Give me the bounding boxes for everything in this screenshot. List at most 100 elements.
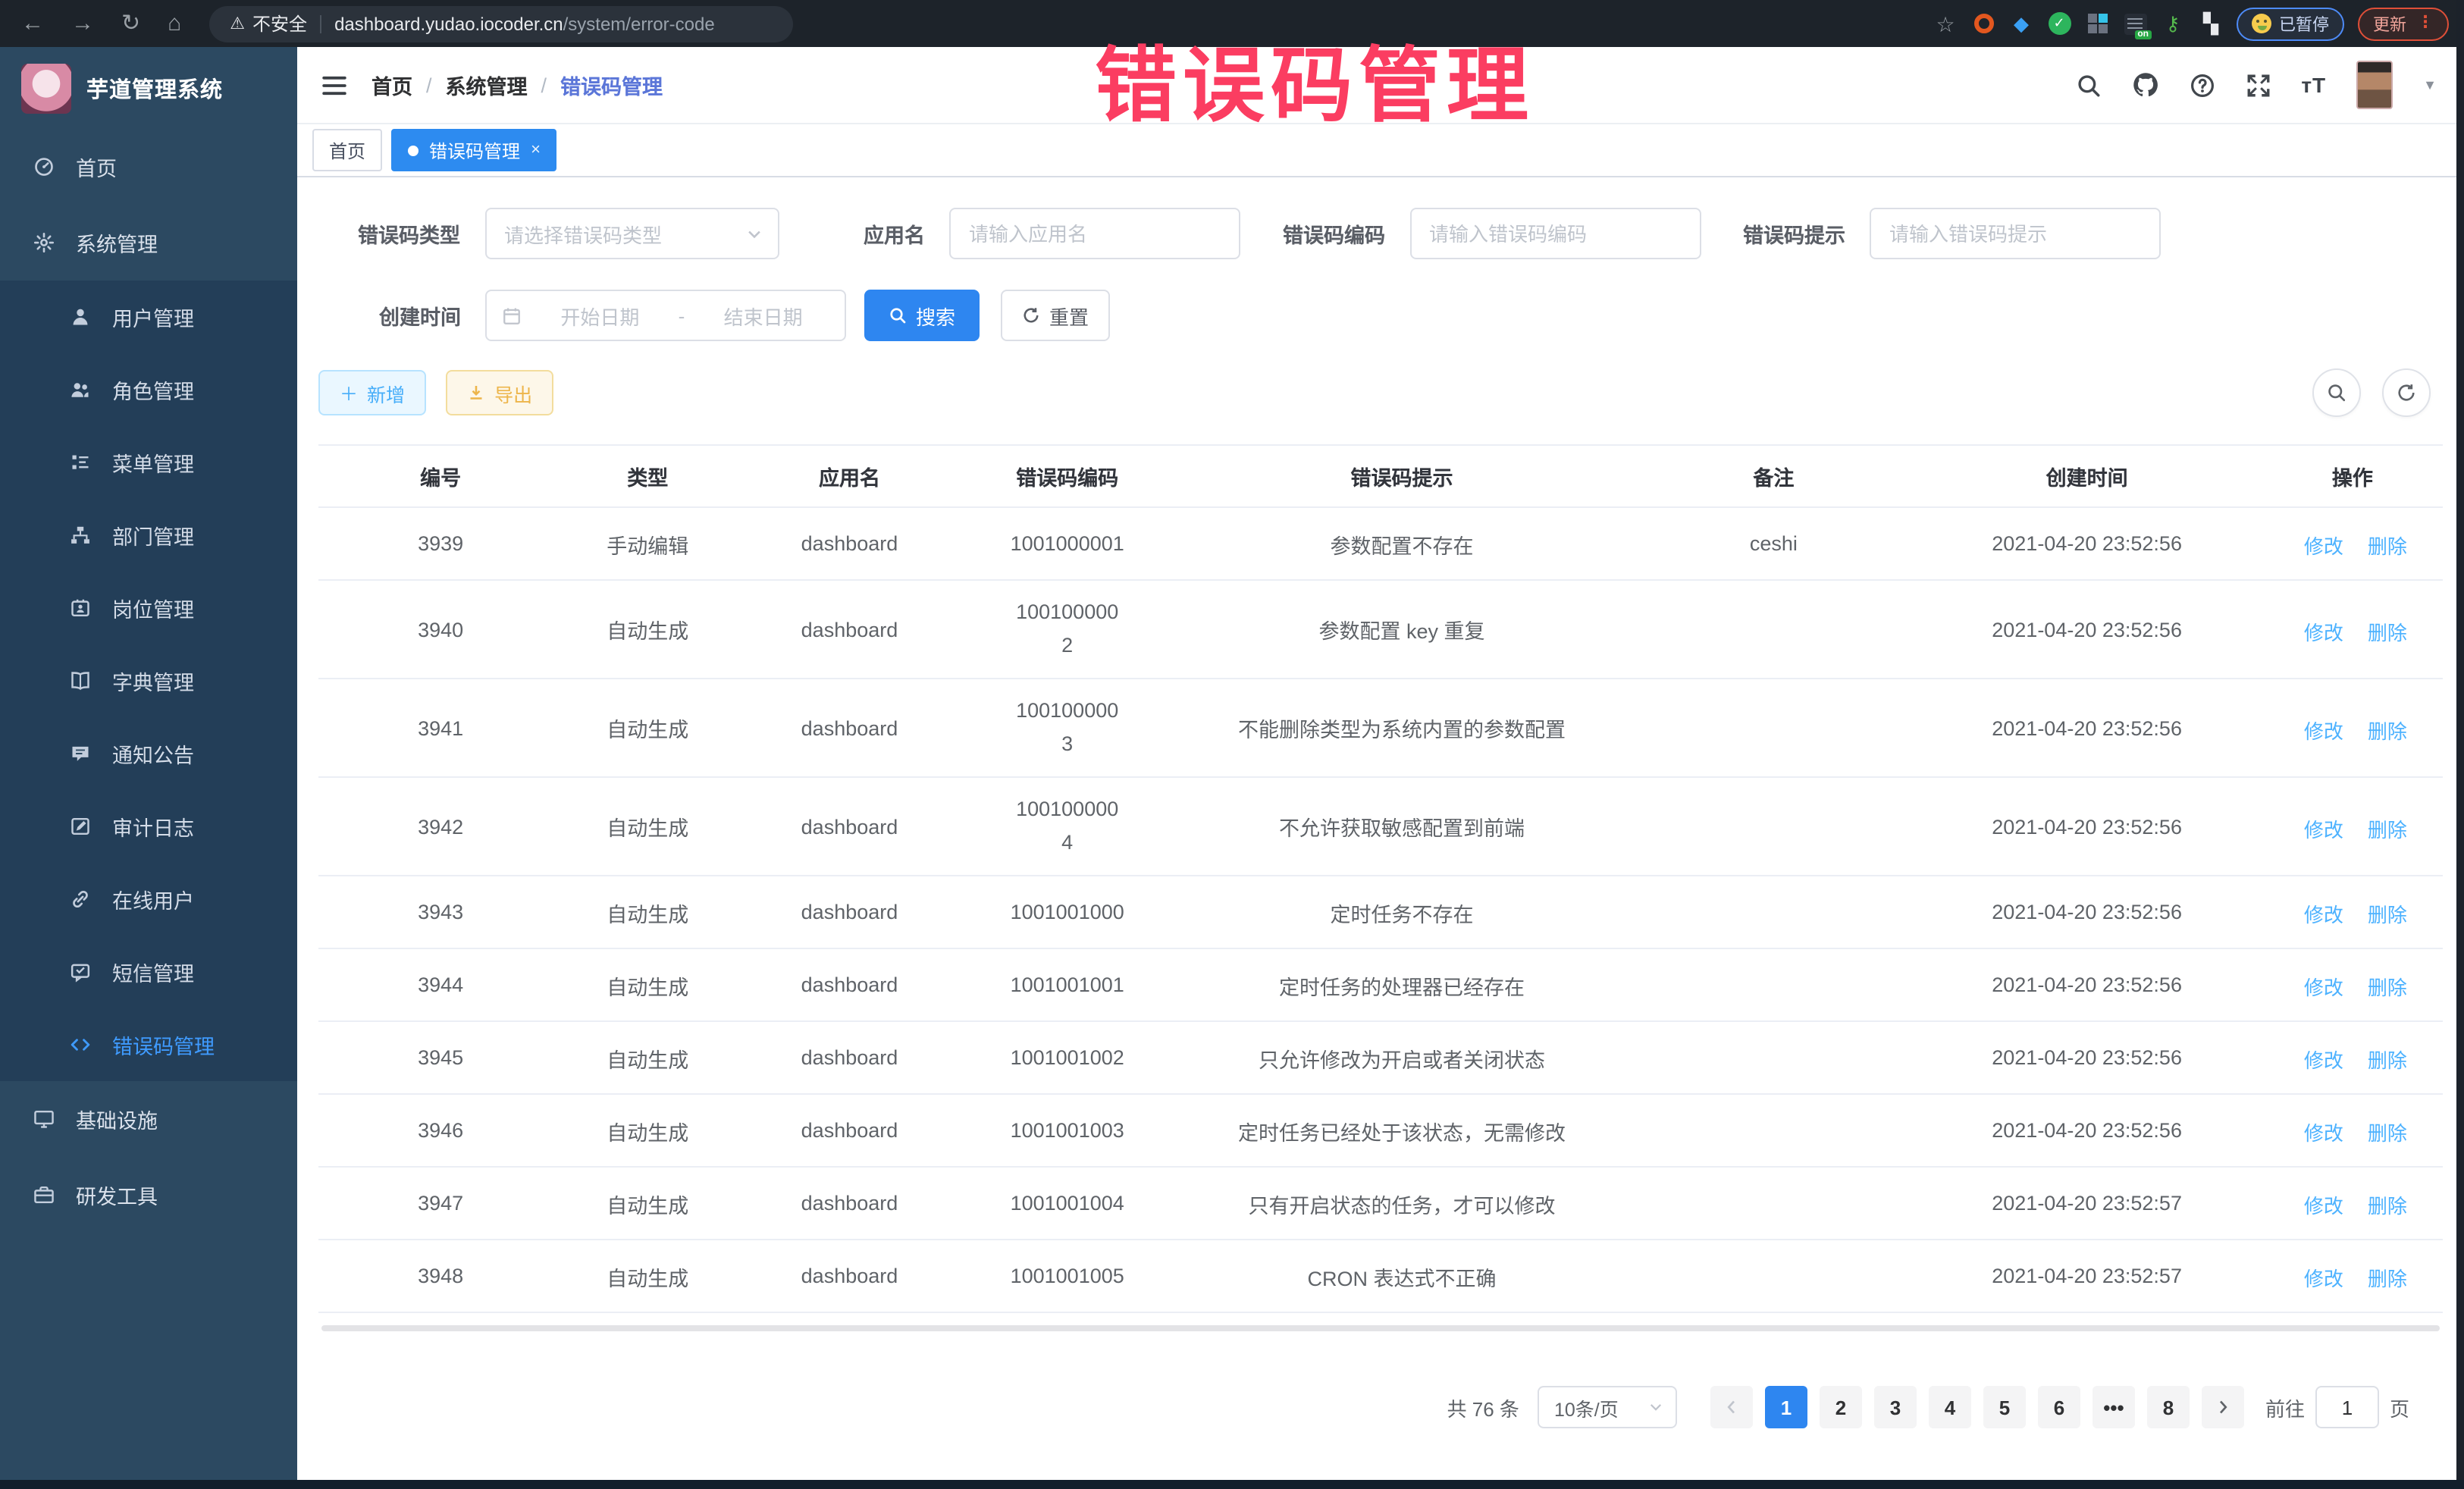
table-row: 3948自动生成dashboard1001001005CRON 表达式不正确20… — [318, 1240, 2443, 1312]
search-button[interactable]: 搜索 — [864, 290, 980, 341]
sidebar-item-sms[interactable]: 短信管理 — [0, 936, 297, 1008]
app-name-input[interactable] — [949, 208, 1240, 259]
error-type-select[interactable]: 请选择错误码类型 — [484, 208, 779, 259]
browser-forward-icon[interactable]: → — [71, 12, 94, 35]
reset-button[interactable]: 重置 — [1001, 290, 1110, 341]
edit-row-link[interactable]: 修改 — [2298, 531, 2343, 560]
edit-row-link[interactable]: 修改 — [2298, 716, 2343, 744]
hint-cell: 定时任务不存在 — [1168, 876, 1635, 948]
page-button-1[interactable]: 1 — [1765, 1386, 1807, 1428]
browser-reload-icon[interactable]: ↻ — [121, 12, 140, 35]
font-size-icon[interactable]: тT — [2301, 73, 2326, 97]
refresh-table-button[interactable] — [2382, 368, 2431, 417]
chevron-down-icon[interactable]: ▼ — [2423, 77, 2437, 92]
edit-row-link[interactable]: 修改 — [2298, 814, 2343, 843]
extension-on-badge-icon[interactable]: on — [2123, 11, 2147, 36]
actions-cell: 修改删除 — [2262, 580, 2443, 679]
sidebar-item-home[interactable]: 首页 — [0, 129, 297, 205]
show-search-button[interactable] — [2312, 368, 2361, 417]
extension-green-icon[interactable]: ✓ — [2047, 11, 2071, 36]
page-button-4[interactable]: 4 — [1929, 1386, 1971, 1428]
extension-key-icon[interactable]: ⚷ — [2161, 11, 2185, 36]
page-tab[interactable]: 首页 — [312, 129, 382, 171]
extension-paused-badge[interactable]: 已暂停 — [2237, 7, 2344, 40]
bookmark-star-icon[interactable]: ☆ — [1933, 11, 1958, 36]
edit-row-link[interactable]: 修改 — [2298, 1118, 2343, 1147]
page-button-6[interactable]: 6 — [2038, 1386, 2080, 1428]
delete-row-link[interactable]: 删除 — [2362, 716, 2407, 744]
delete-row-link[interactable]: 删除 — [2362, 1191, 2407, 1220]
delete-row-link[interactable]: 删除 — [2362, 617, 2407, 646]
page-button-3[interactable]: 3 — [1874, 1386, 1917, 1428]
sidebar-item-label: 岗位管理 — [112, 593, 194, 623]
jump-page-input[interactable] — [2315, 1386, 2379, 1428]
delete-row-link[interactable]: 删除 — [2362, 973, 2407, 1002]
start-date-placeholder: 开始日期 — [534, 301, 666, 330]
sidebar-item-error-code[interactable]: 错误码管理 — [0, 1008, 297, 1081]
browser-home-icon[interactable]: ⌂ — [168, 12, 181, 35]
breadcrumb-item[interactable]: 系统管理 — [446, 70, 528, 100]
sidebar-item-dict[interactable]: 字典管理 — [0, 644, 297, 717]
search-icon[interactable] — [2075, 72, 2101, 98]
delete-row-link[interactable]: 删除 — [2362, 1118, 2407, 1147]
breadcrumb-item[interactable]: 错误码管理 — [560, 70, 663, 100]
extension-grid-icon[interactable] — [2085, 11, 2109, 36]
edit-row-link[interactable]: 修改 — [2298, 1264, 2343, 1293]
edit-row-link[interactable]: 修改 — [2298, 1191, 2343, 1220]
delete-row-link[interactable]: 删除 — [2362, 1264, 2407, 1293]
error-hint-label: 错误码提示 — [1743, 218, 1845, 249]
breadcrumb-item[interactable]: 首页 — [371, 70, 412, 100]
page-tab[interactable]: 错误码管理 × — [391, 129, 557, 171]
extension-orange-icon[interactable] — [1971, 11, 1995, 36]
sidebar-item-role[interactable]: 角色管理 — [0, 353, 297, 426]
page-size-select[interactable]: 10条/页 — [1538, 1386, 1677, 1428]
avatar[interactable] — [2356, 61, 2393, 109]
edit-row-link[interactable]: 修改 — [2298, 900, 2343, 929]
delete-row-link[interactable]: 删除 — [2362, 900, 2407, 929]
sidebar-item-online-user[interactable]: 在线用户 — [0, 863, 297, 936]
sidebar-item-audit-log[interactable]: 审计日志 — [0, 790, 297, 863]
github-icon[interactable] — [2131, 71, 2158, 99]
delete-row-link[interactable]: 删除 — [2362, 814, 2407, 843]
next-page-button[interactable] — [2202, 1386, 2244, 1428]
edit-row-link[interactable]: 修改 — [2298, 1045, 2343, 1074]
page-tab-label: 错误码管理 — [429, 137, 520, 163]
address-bar[interactable]: ⚠ 不安全 dashboard.yudao.iocoder.cn/system/… — [208, 5, 792, 42]
extensions-puzzle-icon[interactable]: ▚ — [2199, 11, 2223, 36]
sidebar-item-notice[interactable]: 通知公告 — [0, 717, 297, 790]
hamburger-icon[interactable] — [321, 72, 347, 98]
prev-page-button[interactable] — [1710, 1386, 1753, 1428]
app-logo-row[interactable]: 芋道管理系统 — [0, 47, 297, 129]
page-button-8[interactable]: 8 — [2147, 1386, 2190, 1428]
time-cell: 2021-04-20 23:52:56 — [1911, 948, 2262, 1021]
time-cell: 2021-04-20 23:52:56 — [1911, 1021, 2262, 1094]
horizontal-scrollbar[interactable] — [321, 1325, 2440, 1331]
security-label: 不安全 — [252, 11, 307, 36]
sidebar-item-system[interactable]: 系统管理 — [0, 205, 297, 281]
error-hint-input[interactable] — [1870, 208, 2161, 259]
add-button[interactable]: ＋ 新增 — [318, 370, 426, 415]
more-pages-button[interactable]: ••• — [2093, 1386, 2135, 1428]
sidebar-item-post[interactable]: 岗位管理 — [0, 572, 297, 644]
browser-menu-icon[interactable]: ⋮ — [2417, 15, 2434, 32]
sidebar-item-dept[interactable]: 部门管理 — [0, 499, 297, 572]
sidebar-item-dev-tools[interactable]: 研发工具 — [0, 1157, 297, 1233]
extension-gem-icon[interactable]: ◆ — [2009, 11, 2033, 36]
error-code-input[interactable] — [1409, 208, 1701, 259]
sidebar-item-user[interactable]: 用户管理 — [0, 281, 297, 353]
edit-row-link[interactable]: 修改 — [2298, 973, 2343, 1002]
sidebar-item-infra[interactable]: 基础设施 — [0, 1081, 297, 1157]
browser-back-icon[interactable]: ← — [21, 12, 44, 35]
browser-update-button[interactable]: 更新⋮ — [2358, 7, 2449, 40]
date-range-picker[interactable]: 开始日期 - 结束日期 — [485, 290, 846, 341]
edit-row-link[interactable]: 修改 — [2298, 617, 2343, 646]
help-icon[interactable] — [2189, 72, 2215, 98]
sidebar-item-menu[interactable]: 菜单管理 — [0, 426, 297, 499]
page-button-5[interactable]: 5 — [1983, 1386, 2026, 1428]
fullscreen-icon[interactable] — [2245, 72, 2271, 98]
export-button[interactable]: 导出 — [446, 370, 553, 415]
delete-row-link[interactable]: 删除 — [2362, 531, 2407, 560]
page-button-2[interactable]: 2 — [1820, 1386, 1862, 1428]
close-tab-icon[interactable]: × — [531, 141, 541, 159]
delete-row-link[interactable]: 删除 — [2362, 1045, 2407, 1074]
